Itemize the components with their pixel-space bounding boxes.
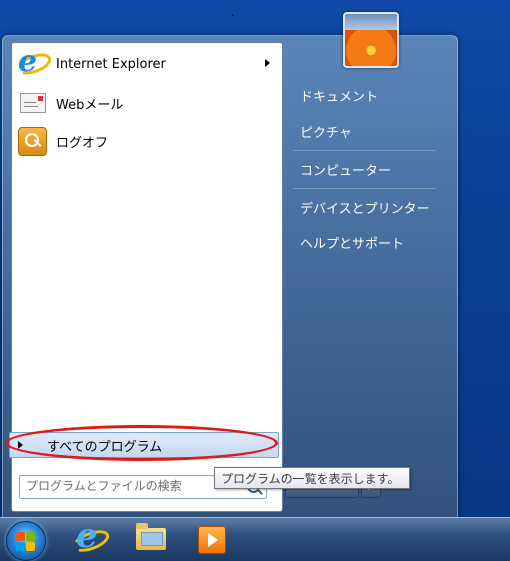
user-picture-icon[interactable] bbox=[343, 12, 399, 68]
logoff-key-icon bbox=[16, 125, 48, 157]
right-item-documents[interactable]: ドキュメント bbox=[300, 86, 378, 105]
highlight-annotation-ellipse bbox=[5, 425, 278, 461]
program-webmail[interactable]: Webメール bbox=[14, 86, 280, 120]
tooltip: プログラムの一覧を表示します。 bbox=[214, 467, 410, 489]
right-item-computer[interactable]: コンピューター bbox=[300, 160, 391, 179]
separator bbox=[293, 150, 436, 151]
taskbar: e bbox=[0, 516, 510, 561]
program-label: ログオフ bbox=[56, 135, 109, 151]
internet-explorer-icon: e bbox=[14, 44, 54, 80]
search-input[interactable] bbox=[20, 476, 236, 496]
submenu-arrow-icon[interactable] bbox=[265, 59, 270, 67]
right-item-pictures[interactable]: ピクチャ bbox=[300, 122, 352, 141]
program-internet-explorer[interactable]: e Internet Explorer bbox=[14, 44, 280, 81]
internet-explorer-taskbar-icon[interactable]: e bbox=[70, 516, 112, 556]
mail-icon bbox=[16, 87, 48, 119]
separator bbox=[293, 188, 436, 189]
program-logoff[interactable]: ログオフ bbox=[14, 124, 280, 158]
windows-explorer-folder-icon[interactable] bbox=[134, 522, 168, 556]
right-item-help-support[interactable]: ヘルプとサポート bbox=[300, 233, 404, 252]
right-item-devices-printers[interactable]: デバイスとプリンター bbox=[300, 198, 430, 217]
program-label: Webメール bbox=[56, 97, 124, 113]
media-player-icon[interactable] bbox=[194, 522, 228, 556]
program-label: Internet Explorer bbox=[56, 56, 166, 72]
windows-start-orb-icon[interactable] bbox=[6, 521, 46, 561]
desktop-dot bbox=[232, 14, 234, 16]
